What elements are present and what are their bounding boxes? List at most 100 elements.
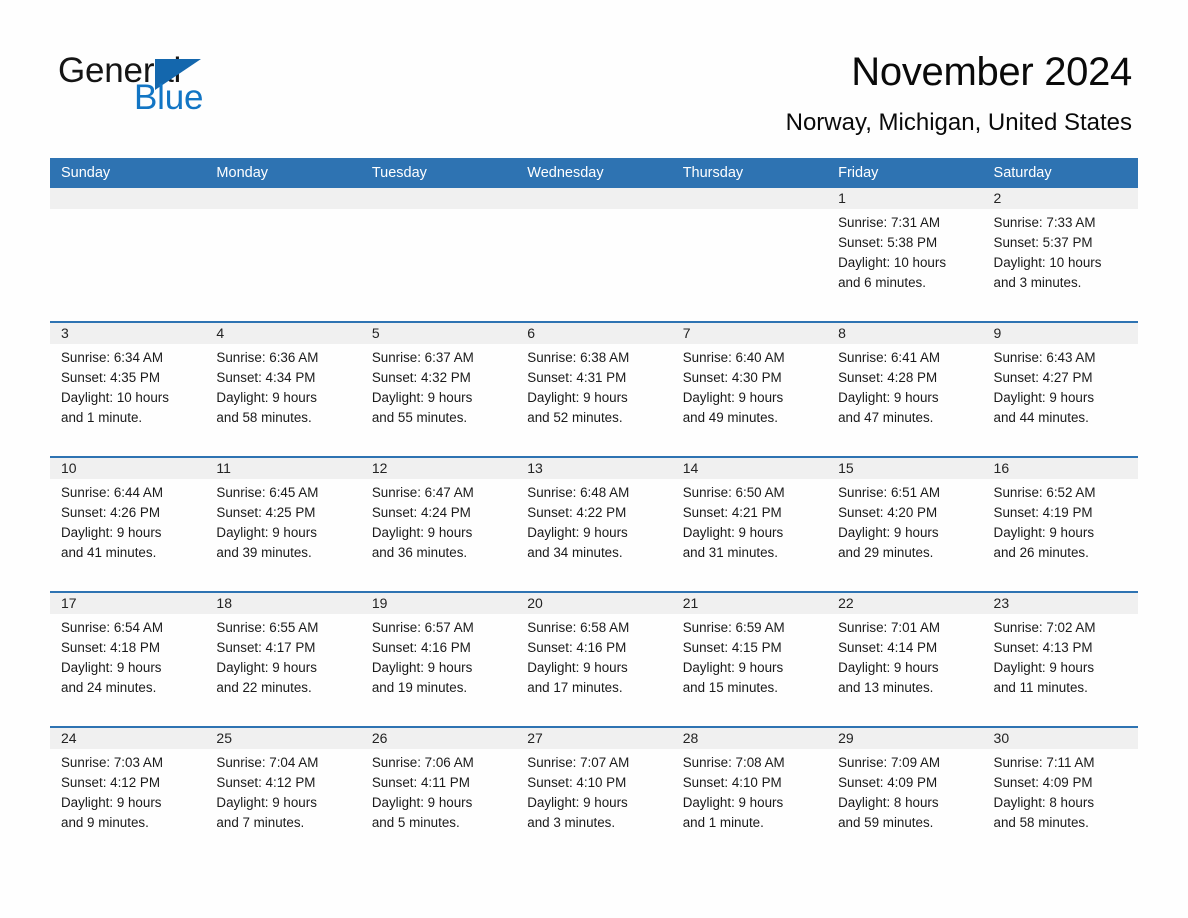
- calendar-day-cell[interactable]: 1 Sunrise: 7:31 AM Sunset: 5:38 PM Daylight…: [827, 188, 983, 323]
- daylight-duration-line1: Daylight: 9 hours: [216, 660, 317, 676]
- sunrise-time: Sunrise: 6:57 AM: [371, 620, 474, 635]
- weekday-header-monday: Monday: [205, 158, 361, 188]
- daylight-duration-line2: and 29 minutes.: [838, 545, 934, 561]
- calendar-day-cell[interactable]: 23 Sunrise: 7:02 AM Sunset: 4:13 PM Dayligh…: [982, 592, 1138, 728]
- calendar-day-cell[interactable]: 26 Sunrise: 7:06 AM Sunset: 4:11 PM Dayligh…: [360, 727, 517, 841]
- sunset-time: Sunset: 4:31 PM: [527, 370, 627, 386]
- day-cell-content: 29 Sunrise: 7:09 AM Sunset: 4:09 PM Dayligh…: [827, 728, 983, 841]
- calendar-day-cell[interactable]: 24 Sunrise: 7:03 AM Sunset: 4:12 PM Dayligh…: [50, 727, 206, 841]
- daylight-duration-line2: and 11 minutes.: [993, 680, 1088, 696]
- calendar-day-cell[interactable]: 28 Sunrise: 7:08 AM Sunset: 4:10 PM Dayligh…: [671, 727, 828, 841]
- calendar-day-cell[interactable]: 9 Sunrise: 6:43 AM Sunset: 4:27 PM Daylight…: [982, 322, 1138, 458]
- calendar-day-cell[interactable]: 12 Sunrise: 6:47 AM Sunset: 4:24 PM Dayligh…: [360, 457, 517, 593]
- day-details: Sunrise: 6:40 AM Sunset: 4:30 PM Daylight:…: [672, 344, 827, 428]
- day-number: 30: [982, 728, 1138, 749]
- sunrise-time: Sunrise: 7:33 AM: [993, 215, 1096, 230]
- calendar-day-cell[interactable]: 8 Sunrise: 6:41 AM Sunset: 4:28 PM Daylight…: [827, 322, 983, 458]
- calendar-day-cell[interactable]: 21 Sunrise: 6:59 AM Sunset: 4:15 PM Dayligh…: [671, 592, 828, 728]
- day-number: 23: [982, 593, 1138, 614]
- daylight-duration-line1: Daylight: 9 hours: [682, 795, 784, 811]
- sunset-time: Sunset: 4:21 PM: [682, 505, 782, 521]
- sunset-time: Sunset: 4:24 PM: [371, 505, 471, 521]
- sunrise-time: Sunrise: 6:34 AM: [61, 350, 163, 365]
- calendar-day-cell[interactable]: 4 Sunrise: 6:36 AM Sunset: 4:34 PM Daylight…: [205, 322, 361, 458]
- day-number: 26: [360, 728, 517, 749]
- brand-logo[interactable]: General Blue: [58, 52, 298, 122]
- day-number: 22: [827, 593, 983, 614]
- sunrise-time: Sunrise: 7:02 AM: [993, 620, 1096, 635]
- calendar-day-cell[interactable]: 10 Sunrise: 6:44 AM Sunset: 4:26 PM Dayligh…: [50, 457, 206, 593]
- daylight-duration-line1: Daylight: 9 hours: [527, 660, 628, 676]
- day-details: Sunrise: 6:59 AM Sunset: 4:15 PM Daylight:…: [672, 614, 827, 698]
- calendar-day-cell[interactable]: 27 Sunrise: 7:07 AM Sunset: 4:10 PM Dayligh…: [516, 727, 672, 841]
- sunset-time: Sunset: 4:19 PM: [993, 505, 1093, 521]
- daylight-duration-line1: Daylight: 8 hours: [993, 795, 1095, 811]
- sunset-time: Sunset: 4:20 PM: [838, 505, 938, 521]
- calendar-day-cell[interactable]: 3 Sunrise: 6:34 AM Sunset: 4:35 PM Daylight…: [50, 322, 206, 458]
- calendar-day-cell[interactable]: 7 Sunrise: 6:40 AM Sunset: 4:30 PM Daylight…: [671, 322, 828, 458]
- sunrise-time: Sunrise: 6:38 AM: [527, 350, 630, 365]
- daylight-duration-line1: Daylight: 9 hours: [993, 525, 1095, 541]
- calendar-day-cell[interactable]: 2 Sunrise: 7:33 AM Sunset: 5:37 PM Daylight…: [982, 188, 1138, 323]
- calendar-day-cell[interactable]: 20 Sunrise: 6:58 AM Sunset: 4:16 PM Dayligh…: [516, 592, 672, 728]
- day-cell-content: 6 Sunrise: 6:38 AM Sunset: 4:31 PM Daylight…: [516, 323, 672, 456]
- calendar-day-cell[interactable]: 15 Sunrise: 6:51 AM Sunset: 4:20 PM Dayligh…: [827, 457, 983, 593]
- sunset-time: Sunset: 4:32 PM: [371, 370, 471, 386]
- brand-name-blue: Blue: [134, 78, 204, 117]
- calendar-day-cell[interactable]: 22 Sunrise: 7:01 AM Sunset: 4:14 PM Dayligh…: [827, 592, 983, 728]
- calendar-week-row: 24 Sunrise: 7:03 AM Sunset: 4:12 PM Dayligh…: [50, 727, 1138, 841]
- sunrise-time: Sunrise: 7:11 AM: [993, 755, 1095, 770]
- page-title: November 2024: [851, 50, 1132, 94]
- daylight-duration-line1: Daylight: 9 hours: [682, 390, 784, 406]
- sunset-time: Sunset: 4:26 PM: [61, 505, 160, 521]
- calendar-day-cell[interactable]: 17 Sunrise: 6:54 AM Sunset: 4:18 PM Dayligh…: [50, 592, 206, 728]
- calendar-day-cell[interactable]: 13 Sunrise: 6:48 AM Sunset: 4:22 PM Dayligh…: [516, 457, 672, 593]
- sunset-time: Sunset: 4:27 PM: [993, 370, 1093, 386]
- daylight-duration-line1: Daylight: 9 hours: [371, 795, 473, 811]
- day-cell-content: 15 Sunrise: 6:51 AM Sunset: 4:20 PM Dayligh…: [827, 458, 983, 591]
- sunrise-time: Sunrise: 6:55 AM: [216, 620, 319, 635]
- daylight-duration-line1: Daylight: 9 hours: [527, 390, 628, 406]
- daylight-duration-line2: and 47 minutes.: [838, 410, 934, 426]
- sunrise-time: Sunrise: 6:40 AM: [682, 350, 785, 365]
- calendar-day-cell[interactable]: 25 Sunrise: 7:04 AM Sunset: 4:12 PM Dayligh…: [205, 727, 361, 841]
- calendar-day-cell[interactable]: 29 Sunrise: 7:09 AM Sunset: 4:09 PM Dayligh…: [827, 727, 983, 841]
- daylight-duration-line2: and 58 minutes.: [216, 410, 312, 426]
- day-cell-content: 19 Sunrise: 6:57 AM Sunset: 4:16 PM Dayligh…: [360, 593, 517, 726]
- daylight-duration-line2: and 34 minutes.: [527, 545, 623, 561]
- day-details: Sunrise: 7:07 AM Sunset: 4:10 PM Daylight:…: [516, 749, 671, 833]
- daylight-duration-line2: and 7 minutes.: [216, 815, 305, 831]
- calendar-day-cell[interactable]: 18 Sunrise: 6:55 AM Sunset: 4:17 PM Dayligh…: [205, 592, 361, 728]
- calendar-day-cell[interactable]: 11 Sunrise: 6:45 AM Sunset: 4:25 PM Dayligh…: [205, 457, 361, 593]
- day-cell-content: 9 Sunrise: 6:43 AM Sunset: 4:27 PM Daylight…: [982, 323, 1138, 456]
- day-details: Sunrise: 7:08 AM Sunset: 4:10 PM Daylight:…: [672, 749, 827, 833]
- calendar-day-cell[interactable]: 16 Sunrise: 6:52 AM Sunset: 4:19 PM Dayligh…: [982, 457, 1138, 593]
- day-number: [671, 188, 828, 209]
- daylight-duration-line1: Daylight: 10 hours: [838, 255, 947, 271]
- daylight-duration-line1: Daylight: 9 hours: [61, 795, 162, 811]
- day-details: Sunrise: 6:45 AM Sunset: 4:25 PM Daylight:…: [205, 479, 360, 563]
- day-details: Sunrise: 6:41 AM Sunset: 4:28 PM Daylight:…: [827, 344, 982, 428]
- weekday-header-thursday: Thursday: [671, 158, 828, 188]
- sunset-time: Sunset: 5:37 PM: [993, 235, 1093, 251]
- day-number: [205, 188, 361, 209]
- day-details: Sunrise: 6:43 AM Sunset: 4:27 PM Daylight:…: [983, 344, 1138, 428]
- sunrise-time: Sunrise: 7:03 AM: [61, 755, 163, 770]
- day-number: 24: [50, 728, 206, 749]
- day-cell-content: 3 Sunrise: 6:34 AM Sunset: 4:35 PM Daylight…: [50, 323, 206, 456]
- day-number: 3: [50, 323, 206, 344]
- calendar-day-cell-empty: [205, 188, 361, 323]
- calendar-day-cell[interactable]: 14 Sunrise: 6:50 AM Sunset: 4:21 PM Dayligh…: [671, 457, 828, 593]
- calendar-day-cell[interactable]: 19 Sunrise: 6:57 AM Sunset: 4:16 PM Dayligh…: [360, 592, 517, 728]
- calendar-day-cell[interactable]: 5 Sunrise: 6:37 AM Sunset: 4:32 PM Daylight…: [360, 322, 517, 458]
- calendar-day-cell[interactable]: 30 Sunrise: 7:11 AM Sunset: 4:09 PM Dayligh…: [982, 727, 1138, 841]
- day-number: 17: [50, 593, 206, 614]
- daylight-duration-line1: Daylight: 9 hours: [216, 390, 317, 406]
- day-cell-content: 8 Sunrise: 6:41 AM Sunset: 4:28 PM Daylight…: [827, 323, 983, 456]
- calendar-day-cell[interactable]: 6 Sunrise: 6:38 AM Sunset: 4:31 PM Daylight…: [516, 322, 672, 458]
- daylight-duration-line1: Daylight: 9 hours: [371, 660, 473, 676]
- page-header: General Blue November 2024 Norway, Michi…: [0, 0, 1188, 155]
- day-number: 20: [516, 593, 672, 614]
- day-number: 6: [516, 323, 672, 344]
- day-cell-content: 4 Sunrise: 6:36 AM Sunset: 4:34 PM Daylight…: [205, 323, 361, 456]
